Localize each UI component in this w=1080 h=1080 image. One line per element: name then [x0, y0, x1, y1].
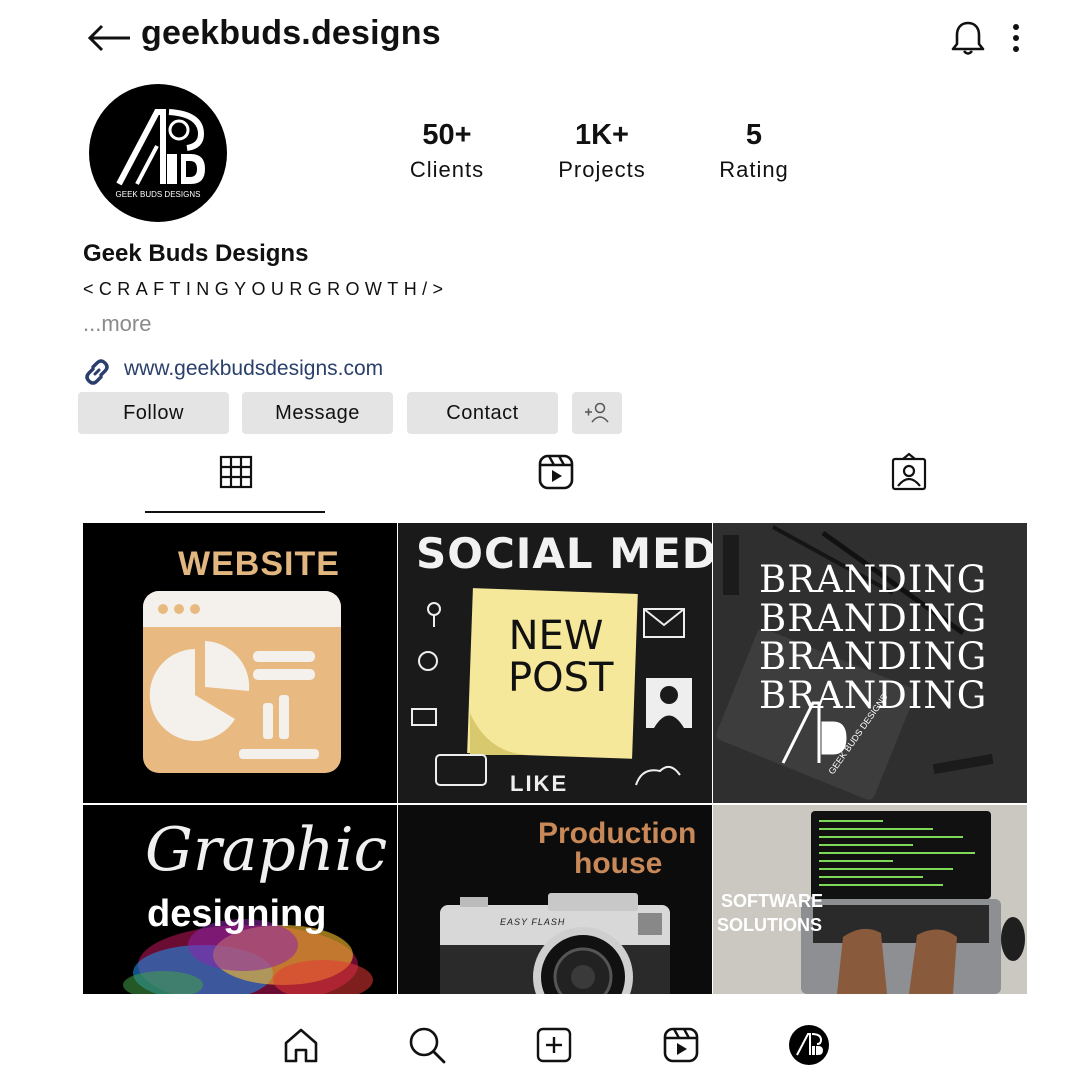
post-title: SOCIAL MEDIA	[416, 529, 712, 578]
stat-clients[interactable]: 50+ Clients	[367, 118, 527, 185]
post-title: Graphic	[145, 815, 388, 885]
branding-line: BRANDING	[759, 558, 988, 601]
branding-line: BRANDING	[759, 635, 988, 678]
home-icon[interactable]	[281, 1025, 321, 1065]
branding-line: BRANDING	[759, 673, 988, 717]
profile-bio: <CRAFTINGYOURGROWTH/>	[83, 279, 449, 299]
stat-label: Clients	[409, 157, 485, 182]
create-icon[interactable]	[534, 1025, 574, 1065]
post-graphic-designing[interactable]: Graphic designing	[83, 805, 397, 994]
active-tab-indicator	[145, 511, 325, 513]
stat-projects[interactable]: 1K+ Projects	[522, 118, 682, 185]
post-subtitle: SOLUTIONS	[717, 915, 823, 935]
stat-label: Rating	[719, 157, 789, 182]
grid-icon[interactable]	[216, 452, 256, 492]
post-subtitle: house	[574, 847, 663, 880]
post-note: NEW POST	[508, 613, 614, 701]
add-user-icon	[585, 402, 609, 423]
stat-value: 50+	[422, 119, 472, 151]
profile-avatar[interactable]: GEEK BUDS DESIGNS	[89, 84, 227, 222]
post-production-house[interactable]: EASY FLASH Production house	[398, 805, 712, 994]
link-icon	[85, 359, 109, 385]
post-branding-lines: BRANDING BRANDING BRANDING BRANDING	[759, 558, 1019, 717]
post-branding[interactable]: GEEK BUDS DESIGNS BRANDING BRANDING BRAN…	[713, 523, 1027, 803]
post-software-solutions[interactable]: SOFTWARE SOLUTIONS	[713, 805, 1027, 994]
more-vertical-icon[interactable]	[1004, 20, 1028, 56]
stat-rating[interactable]: 5 Rating	[674, 118, 834, 185]
bio-more-link[interactable]: ...more	[83, 311, 151, 337]
top-bar: geekbuds.designs	[0, 0, 1080, 78]
svg-text:GEEK BUDS DESIGNS: GEEK BUDS DESIGNS	[116, 190, 201, 199]
search-icon[interactable]	[407, 1025, 447, 1065]
profile-avatar[interactable]	[789, 1025, 829, 1065]
gbd-logo-icon	[796, 1033, 823, 1056]
website-link[interactable]: www.geekbudsdesigns.com	[124, 357, 383, 381]
reels-icon[interactable]	[536, 452, 576, 492]
message-button[interactable]: Message	[242, 392, 393, 434]
bell-icon[interactable]	[948, 18, 988, 58]
branding-line: BRANDING	[759, 596, 988, 640]
profile-username: geekbuds.designs	[141, 14, 441, 52]
post-website[interactable]: WEBSITE	[83, 523, 397, 803]
reels-icon[interactable]	[661, 1025, 701, 1065]
post-title: WEBSITE	[178, 545, 340, 583]
gbd-logo-icon: GEEK BUDS DESIGNS	[116, 109, 205, 199]
stat-value: 1K+	[574, 119, 629, 151]
post-title: Production	[538, 817, 697, 850]
post-footer: LIKE	[510, 771, 569, 796]
contact-button[interactable]: Contact	[407, 392, 558, 434]
tagged-icon[interactable]	[889, 452, 929, 492]
profile-display-name: Geek Buds Designs	[83, 240, 309, 267]
add-user-button[interactable]	[572, 392, 622, 434]
post-title: SOFTWARE	[721, 891, 823, 911]
posts-grid: WEBSITE SOCIAL MEDIA NEW POST LIKE	[83, 523, 1027, 994]
stat-label: Projects	[558, 157, 646, 182]
post-subtitle: designing	[147, 893, 327, 935]
back-arrow-icon[interactable]	[86, 20, 134, 56]
post-social-media[interactable]: SOCIAL MEDIA NEW POST LIKE	[398, 523, 712, 803]
stat-value: 5	[745, 119, 763, 151]
camera-label: EASY FLASH	[500, 917, 566, 927]
follow-button[interactable]: Follow	[78, 392, 229, 434]
